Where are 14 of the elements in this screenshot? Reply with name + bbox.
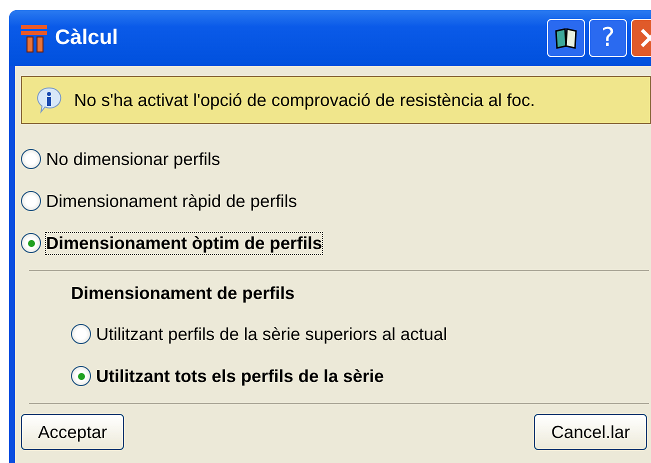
help-book-button[interactable]	[547, 19, 585, 57]
window-title: Càlcul	[55, 26, 120, 50]
radio-option[interactable]: Utilitzant perfils de la sèrie superiors al actual	[71, 313, 448, 355]
radio-option[interactable]: Dimensionament ràpid de perfils	[21, 180, 297, 222]
app-icon	[19, 23, 49, 53]
cancel-button[interactable]: Cancel.lar	[534, 414, 647, 450]
info-message: No s'ha activat l'opció de comprovació de resistència al foc.	[74, 90, 535, 110]
help-button[interactable]: ?	[589, 19, 627, 57]
section-heading: Dimensionament de perfils	[71, 283, 296, 305]
radio-option[interactable]: No dimensionar perfils	[21, 138, 220, 180]
radio-option[interactable]: Dimensionament òptim de perfils	[21, 222, 322, 264]
accept-button[interactable]: Acceptar	[21, 414, 124, 450]
radio-option[interactable]: Utilitzant tots els perfils de la sèrie	[71, 355, 384, 397]
info-icon	[34, 85, 64, 115]
